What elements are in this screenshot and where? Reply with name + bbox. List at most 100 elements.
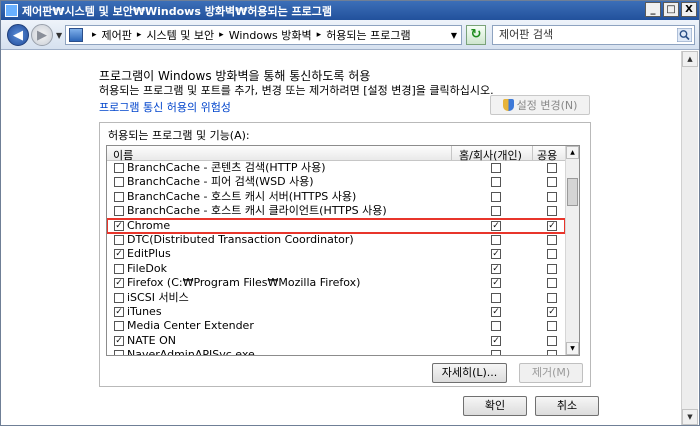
refresh-button[interactable]: ↻	[466, 25, 486, 45]
list-header: 이름 홈/회사(개인) 공용	[107, 146, 565, 162]
table-row[interactable]: BranchCache - 호스트 캐시 서버(HTTPS 사용)	[107, 190, 565, 204]
breadcrumb-control-panel[interactable]: 제어판	[102, 27, 132, 43]
home-network-checkbox[interactable]	[491, 350, 501, 355]
home-network-checkbox[interactable]	[491, 206, 501, 217]
ok-button[interactable]: 확인	[463, 396, 527, 416]
table-row[interactable]: BranchCache - 호스트 캐시 클라이언트(HTTPS 사용)	[107, 204, 565, 218]
public-network-checkbox[interactable]	[547, 234, 557, 245]
home-network-checkbox[interactable]: ✓	[491, 249, 501, 260]
home-network-checkbox[interactable]	[491, 163, 501, 173]
change-settings-button[interactable]: 설정 변경(N)	[490, 95, 590, 115]
control-panel-icon	[5, 4, 18, 17]
program-enabled-checkbox[interactable]: ✓	[114, 335, 124, 346]
home-network-checkbox[interactable]: ✓	[491, 263, 501, 274]
remove-button[interactable]: 제거(M)	[519, 363, 583, 383]
table-row[interactable]: BranchCache - 콘텐츠 검색(HTTP 사용)	[107, 161, 565, 175]
program-enabled-checkbox[interactable]	[114, 350, 124, 355]
program-enabled-checkbox[interactable]: ✓	[114, 220, 124, 231]
table-row[interactable]: ✓ Chrome ✓ ✓	[107, 217, 566, 234]
breadcrumb-allowed-programs[interactable]: 허용되는 프로그램	[326, 27, 410, 43]
forward-button[interactable]: ▶	[31, 24, 53, 46]
program-name: iSCSI 서비스	[127, 290, 189, 304]
program-enabled-checkbox[interactable]: ✓	[114, 278, 124, 289]
breadcrumb[interactable]: ▸ 제어판 ▸ 시스템 및 보안 ▸ Windows 방화벽 ▸ 허용되는 프로…	[65, 25, 462, 45]
program-enabled-checkbox[interactable]	[114, 163, 124, 173]
home-network-checkbox[interactable]: ✓	[491, 278, 501, 289]
public-network-checkbox[interactable]: ✓	[547, 306, 557, 317]
risk-info-link[interactable]: 프로그램 통신 허용의 위험성	[99, 99, 231, 115]
close-button[interactable]: X	[681, 2, 697, 17]
recent-pages-dropdown-icon[interactable]: ▼	[56, 31, 62, 40]
list-scroll-thumb[interactable]	[567, 178, 578, 206]
public-network-checkbox[interactable]	[547, 321, 557, 332]
firewall-window: 제어판₩시스템 및 보안₩Windows 방화벽₩허용되는 프로그램 _ □ X…	[0, 0, 700, 426]
program-name: NaverAdminAPISvc.exe	[127, 348, 255, 356]
home-network-checkbox[interactable]	[491, 321, 501, 332]
back-button[interactable]: ◀	[7, 24, 29, 46]
program-enabled-checkbox[interactable]	[114, 292, 124, 303]
home-network-checkbox[interactable]: ✓	[491, 220, 501, 231]
program-name: EditPlus	[127, 247, 171, 261]
program-name: BranchCache - 호스트 캐시 클라이언트(HTTPS 사용)	[127, 204, 387, 218]
public-network-checkbox[interactable]	[547, 292, 557, 303]
program-enabled-checkbox[interactable]: ✓	[114, 249, 124, 260]
cancel-button[interactable]: 취소	[535, 396, 599, 416]
change-settings-label: 설정 변경(N)	[516, 99, 578, 112]
home-network-checkbox[interactable]: ✓	[491, 335, 501, 346]
program-enabled-checkbox[interactable]	[114, 177, 124, 188]
program-name: Media Center Extender	[127, 319, 254, 333]
list-rows: BranchCache - 콘텐츠 검색(HTTP 사용) BranchCache…	[107, 161, 566, 356]
public-network-checkbox[interactable]	[547, 263, 557, 274]
list-scroll-up-arrow[interactable]: ▲	[566, 146, 579, 159]
program-enabled-checkbox[interactable]	[114, 234, 124, 245]
public-network-checkbox[interactable]	[547, 177, 557, 188]
public-network-checkbox[interactable]	[547, 206, 557, 217]
program-enabled-checkbox[interactable]: ✓	[114, 306, 124, 317]
maximize-button[interactable]: □	[663, 2, 679, 17]
program-name: FileDok	[127, 261, 167, 275]
table-row[interactable]: Media Center Extender	[107, 319, 565, 333]
list-scrollbar[interactable]: ▲ ▼	[565, 146, 579, 355]
program-enabled-checkbox[interactable]	[114, 206, 124, 217]
program-name: Firefox (C:₩Program Files₩Mozilla Firefo…	[127, 276, 361, 290]
table-row[interactable]: NaverAdminAPISvc.exe	[107, 348, 565, 356]
program-enabled-checkbox[interactable]	[114, 191, 124, 202]
home-network-checkbox[interactable]	[491, 177, 501, 188]
table-row[interactable]: iSCSI 서비스	[107, 291, 565, 305]
table-row[interactable]: ✓ EditPlus ✓	[107, 247, 565, 261]
table-row[interactable]: ✓ NATE ON ✓	[107, 334, 565, 348]
public-network-checkbox[interactable]	[547, 249, 557, 260]
list-scroll-down-arrow[interactable]: ▼	[566, 342, 579, 355]
details-button[interactable]: 자세히(L)...	[432, 363, 507, 383]
public-network-checkbox[interactable]	[547, 191, 557, 202]
program-enabled-checkbox[interactable]	[114, 263, 124, 274]
public-network-checkbox[interactable]	[547, 335, 557, 346]
window-title: 제어판₩시스템 및 보안₩Windows 방화벽₩허용되는 프로그램	[22, 4, 332, 18]
minimize-button[interactable]: _	[645, 2, 661, 17]
table-row[interactable]: ✓ iTunes ✓ ✓	[107, 305, 565, 319]
search-icon[interactable]	[677, 28, 692, 42]
page-scrollbar[interactable]: ▲ ▼	[681, 51, 698, 425]
home-network-checkbox[interactable]	[491, 292, 501, 303]
public-network-checkbox[interactable]	[547, 350, 557, 355]
table-row[interactable]: FileDok ✓	[107, 262, 565, 276]
search-input[interactable]: 제어판 검색	[492, 25, 695, 45]
home-network-checkbox[interactable]	[491, 191, 501, 202]
table-row[interactable]: BranchCache - 피어 검색(WSD 사용)	[107, 175, 565, 189]
program-name: NATE ON	[127, 333, 176, 347]
table-row[interactable]: DTC(Distributed Transaction Coordinator)	[107, 233, 565, 247]
breadcrumb-system-security[interactable]: 시스템 및 보안	[146, 27, 214, 43]
allowed-programs-list[interactable]: 이름 홈/회사(개인) 공용 BranchCache - 콘텐츠 검색(HTTP…	[106, 145, 580, 356]
program-name: iTunes	[127, 304, 162, 318]
home-network-checkbox[interactable]: ✓	[491, 306, 501, 317]
scroll-down-arrow[interactable]: ▼	[682, 409, 698, 425]
public-network-checkbox[interactable]: ✓	[547, 220, 557, 231]
public-network-checkbox[interactable]	[547, 278, 557, 289]
home-network-checkbox[interactable]	[491, 234, 501, 245]
program-enabled-checkbox[interactable]	[114, 321, 124, 332]
address-dropdown-icon[interactable]: ▼	[451, 31, 457, 40]
table-row[interactable]: ✓ Firefox (C:₩Program Files₩Mozilla Firef…	[107, 276, 565, 290]
public-network-checkbox[interactable]	[547, 163, 557, 173]
scroll-up-arrow[interactable]: ▲	[682, 51, 698, 67]
breadcrumb-firewall[interactable]: Windows 방화벽	[229, 27, 312, 43]
